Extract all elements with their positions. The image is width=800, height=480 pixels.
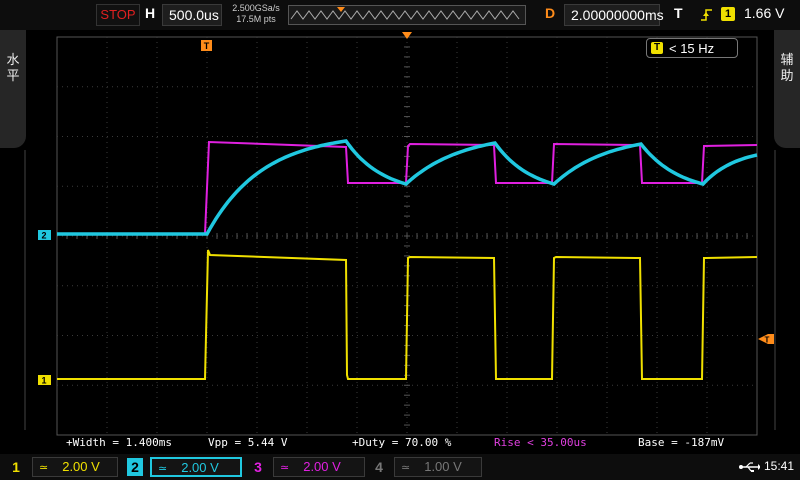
right-bezel [774,150,800,430]
clock: 15:41 [764,459,795,473]
acquisition-info: 2.500GSa/s 17.5M pts [230,3,282,25]
ch3-scale-box[interactable]: ≃ 2.00 V [273,457,365,477]
ch4-scale: 1.00 V [424,459,462,474]
ch2-coupling-icon: ≃ [158,463,168,475]
measurement-vpp: Vpp = 5.44 V [208,436,288,449]
memory-overview-strip[interactable] [288,5,526,25]
ch1-waveform [57,249,758,380]
trigger-position-marker[interactable]: T [201,40,212,51]
waveform-display[interactable]: T 2 1 T [0,0,800,480]
ch2-waveform [57,139,758,236]
delay-value[interactable]: 2.00000000ms [564,4,664,26]
usb-icon [739,462,760,472]
utility-side-label: 辅助 [780,52,794,83]
frequency-counter[interactable]: T < 15 Hz [646,38,738,58]
trigger-level-value[interactable]: 1.66 V [744,5,784,21]
svg-text:2: 2 [41,231,46,241]
ch3-number[interactable]: 3 [250,458,266,476]
rising-edge-icon[interactable] [700,7,714,23]
utility-side-tab[interactable]: 辅助 [774,30,800,148]
ch4-coupling-icon: ≃ [401,462,411,474]
trigger-level-marker[interactable]: T [758,334,774,345]
ch3-waveform [204,140,758,235]
ch2-offset-marker[interactable]: 2 [38,230,51,241]
delay-label: D [545,5,556,21]
horizontal-side-label: 水平 [6,52,20,83]
horizontal-label: H [145,5,156,21]
ch3-coupling-icon: ≃ [280,462,290,474]
sample-rate: 2.500GSa/s [232,3,280,13]
memory-depth: 17.5M pts [236,14,276,24]
frequency-value: < 15 Hz [669,41,715,56]
measurement-base: Base = -187mV [638,436,725,449]
ch4-number[interactable]: 4 [371,458,387,476]
memory-overview-wave [290,7,520,20]
graticule [56,36,758,436]
trigger-label: T [674,5,683,21]
left-bezel [0,150,26,430]
ch1-offset-marker[interactable]: 1 [38,375,51,386]
measurement-positive-width: +Width = 1.400ms [66,436,172,449]
ch2-scale-box[interactable]: ≃ 2.00 V [150,457,242,477]
ch1-scale: 2.00 V [62,459,100,474]
ch2-number[interactable]: 2 [127,458,143,476]
memory-trigger-marker [337,7,345,12]
ch3-scale: 2.00 V [303,459,341,474]
ch1-number[interactable]: 1 [8,458,24,476]
measurement-positive-duty: +Duty = 70.00 % [352,436,452,449]
ch1-coupling-icon: ≃ [39,462,49,474]
ch4-scale-box[interactable]: ≃ 1.00 V [394,457,482,477]
run-stop-indicator[interactable]: STOP [96,4,140,26]
horizontal-side-tab[interactable]: 水平 [0,30,26,148]
timebase-value[interactable]: 500.0us [162,4,222,26]
ch2-scale: 2.00 V [181,460,219,475]
ch1-scale-box[interactable]: ≃ 2.00 V [32,457,118,477]
center-marker [402,32,412,39]
svg-text:T: T [765,336,770,345]
frequency-trigger-marker: T [651,42,663,54]
svg-text:T: T [204,41,210,51]
trigger-source-channel[interactable]: 1 [721,7,735,21]
svg-text:1: 1 [41,376,46,386]
measurement-rise: Rise < 35.00us [494,436,587,449]
